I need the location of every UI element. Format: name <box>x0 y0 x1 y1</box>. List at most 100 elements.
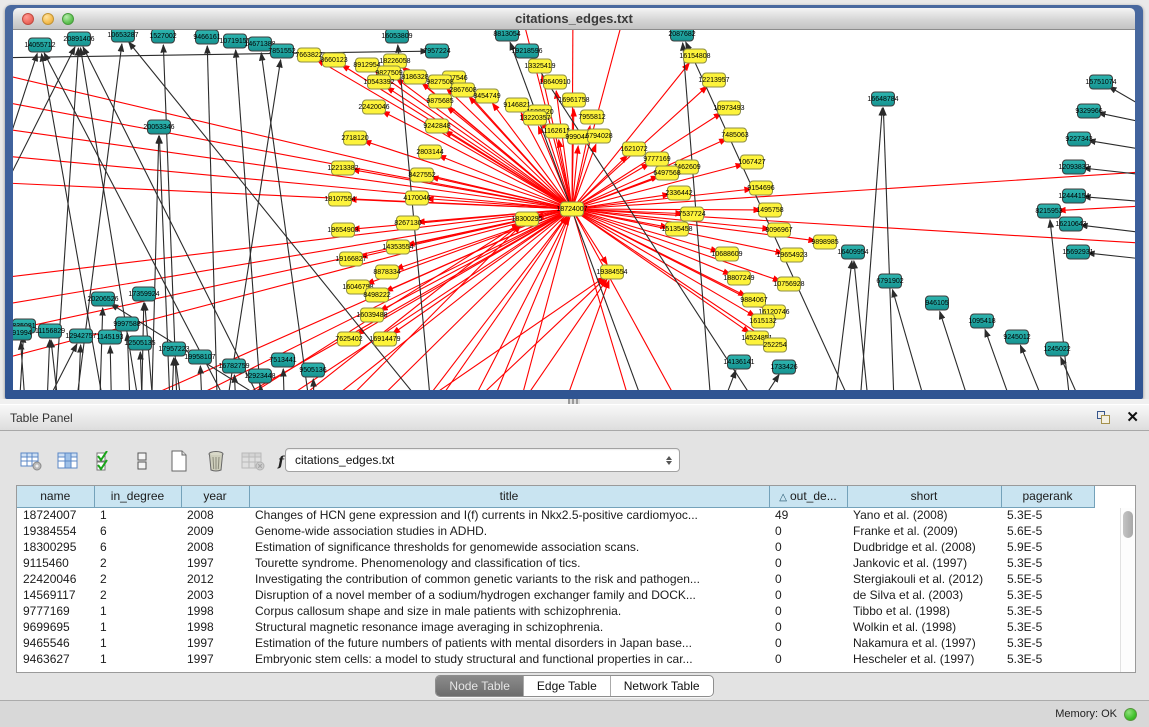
graph-node[interactable]: 15751074 <box>1089 75 1113 90</box>
table-cell[interactable]: 5.3E-5 <box>1001 651 1094 667</box>
table-row[interactable]: 1938455462009Genome-wide association stu… <box>17 523 1094 539</box>
graph-node[interactable]: 1615132 <box>751 314 775 329</box>
table-select-dropdown[interactable]: citations_edges.txt <box>285 448 680 472</box>
graph-node[interactable]: 9227343 <box>1067 132 1091 147</box>
table-cell[interactable]: 9115460 <box>17 555 94 571</box>
table-cell[interactable]: 2 <box>94 587 181 603</box>
table-cell[interactable]: 1997 <box>181 555 249 571</box>
graph-node[interactable]: 1621072 <box>622 142 646 157</box>
table-cell[interactable]: 0 <box>769 571 847 587</box>
graph-node[interactable]: 2718120 <box>343 131 367 146</box>
graph-node[interactable]: 9242848 <box>425 119 449 134</box>
graph-node[interactable]: 7663822 <box>297 48 321 63</box>
table-cell[interactable]: Corpus callosum shape and size in male p… <box>249 603 769 619</box>
graph-node[interactable]: 946105 <box>925 296 949 311</box>
graph-node[interactable]: 7955812 <box>580 110 604 125</box>
graph-node[interactable]: 12444154 <box>1062 189 1086 204</box>
table-cell[interactable]: Hescheler et al. (1997) <box>847 651 1001 667</box>
table-cell[interactable]: Nakamura et al. (1997) <box>847 635 1001 651</box>
graph-node[interactable]: 4170046 <box>405 191 429 206</box>
graph-node[interactable]: 7625402 <box>337 332 361 347</box>
table-cell[interactable]: Yano et al. (2008) <box>847 507 1001 523</box>
table-cell[interactable]: 2008 <box>181 507 249 523</box>
graph-node[interactable]: 18300295 <box>515 212 539 227</box>
table-cell[interactable]: 22420046 <box>17 571 94 587</box>
graph-node[interactable]: 8267130 <box>396 216 420 231</box>
table-cell[interactable]: 5.3E-5 <box>1001 555 1094 571</box>
graph-node[interactable]: 7851552 <box>270 44 294 59</box>
graph-node[interactable]: 6497568 <box>655 166 679 181</box>
graph-node[interactable]: 1245022 <box>1045 342 1069 357</box>
graph-node[interactable]: 8215953 <box>1037 204 1061 219</box>
graph-node[interactable]: 391994 <box>13 326 32 341</box>
table-cell[interactable]: Tourette syndrome. Phenomenology and cla… <box>249 555 769 571</box>
table-cell[interactable]: 0 <box>769 619 847 635</box>
column-visibility-button[interactable] <box>53 446 83 476</box>
graph-node[interactable]: 1527002 <box>151 30 175 44</box>
table-cell[interactable]: Genome-wide association studies in ADHD. <box>249 523 769 539</box>
table-cell[interactable]: 5.9E-5 <box>1001 539 1094 555</box>
graph-node[interactable]: 8498222 <box>365 288 389 303</box>
graph-node[interactable]: 2087682 <box>670 30 694 42</box>
table-cell[interactable]: Disruption of a novel member of a sodium… <box>249 587 769 603</box>
graph-node[interactable]: 16210643 <box>1059 217 1083 232</box>
graph-node[interactable]: 10756928 <box>777 277 801 292</box>
table-cell[interactable]: 2009 <box>181 523 249 539</box>
table-row[interactable]: 2242004622012Investigating the contribut… <box>17 571 1094 587</box>
graph-node[interactable]: 12213382 <box>331 161 355 176</box>
graph-node[interactable]: 9505136 <box>301 363 325 378</box>
graph-node[interactable]: 9875685 <box>428 94 452 109</box>
graph-node[interactable]: 12213957 <box>702 73 726 88</box>
graph-node[interactable]: 9466161 <box>195 30 219 45</box>
table-cell[interactable]: 0 <box>769 635 847 651</box>
table-cell[interactable]: 0 <box>769 651 847 667</box>
table-cell[interactable]: Wolkin et al. (1998) <box>847 619 1001 635</box>
graph-node[interactable]: 6791902 <box>878 274 902 289</box>
table-cell[interactable]: Structural magnetic resonance image aver… <box>249 619 769 635</box>
table-cell[interactable]: 14569117 <box>17 587 94 603</box>
graph-node[interactable]: 16914479 <box>373 332 397 347</box>
table-cell[interactable]: 5.3E-5 <box>1001 587 1094 603</box>
column-selection-button[interactable] <box>90 446 120 476</box>
graph-node[interactable]: 16961758 <box>562 93 586 108</box>
table-cell[interactable]: 5.3E-5 <box>1001 507 1094 523</box>
table-cell[interactable]: 2 <box>94 555 181 571</box>
table-cell[interactable]: 1997 <box>181 635 249 651</box>
table-cell[interactable]: 1998 <box>181 603 249 619</box>
graph-node[interactable]: 16782759 <box>222 359 246 374</box>
table-cell[interactable]: Estimation of the future numbers of pati… <box>249 635 769 651</box>
column-header-year[interactable]: year <box>181 486 249 507</box>
table-cell[interactable]: Changes of HCN gene expression and I(f) … <box>249 507 769 523</box>
new-column-button[interactable] <box>164 446 194 476</box>
graph-node[interactable]: 16648784 <box>871 92 895 107</box>
table-cell[interactable]: Investigating the contribution of common… <box>249 571 769 587</box>
column-header-name[interactable]: name <box>17 486 94 507</box>
table-options-button[interactable] <box>16 446 46 476</box>
graph-node[interactable]: 16053809 <box>385 30 409 44</box>
column-header-out_de[interactable]: △out_de... <box>769 486 847 507</box>
graph-node[interactable]: 8096967 <box>767 223 791 238</box>
row-height-button[interactable] <box>127 446 157 476</box>
table-cell[interactable]: 0 <box>769 603 847 619</box>
graph-node[interactable]: 8813054 <box>495 30 519 42</box>
graph-node[interactable]: 19384554 <box>600 265 624 280</box>
table-cell[interactable]: 2008 <box>181 539 249 555</box>
table-row[interactable]: 969969511998Structural magnetic resonanc… <box>17 619 1094 635</box>
table-row[interactable]: 1872400712008Changes of HCN gene express… <box>17 507 1094 523</box>
table-cell[interactable]: 2003 <box>181 587 249 603</box>
graph-node[interactable]: 13220357 <box>523 111 547 126</box>
window-title-bar[interactable]: citations_edges.txt <box>13 8 1135 30</box>
table-cell[interactable]: 18724007 <box>17 507 94 523</box>
graph-node[interactable]: 1495758 <box>758 203 782 218</box>
table-cell[interactable]: Jankovic et al. (1997) <box>847 555 1001 571</box>
table-cell[interactable]: 5.3E-5 <box>1001 619 1094 635</box>
graph-node[interactable]: 9898985 <box>813 235 837 250</box>
table-row[interactable]: 946362711997Embryonic stem cells: a mode… <box>17 651 1094 667</box>
graph-node[interactable]: 20053346 <box>147 120 171 135</box>
graph-node[interactable]: 12923448 <box>248 369 272 384</box>
graph-node[interactable]: 19166827 <box>339 252 363 267</box>
graph-node[interactable]: 252254 <box>763 338 787 353</box>
graph-node[interactable]: 13325419 <box>528 59 552 74</box>
graph-node[interactable]: 17359924 <box>132 287 156 302</box>
graph-node[interactable]: 18724007 <box>560 202 584 217</box>
